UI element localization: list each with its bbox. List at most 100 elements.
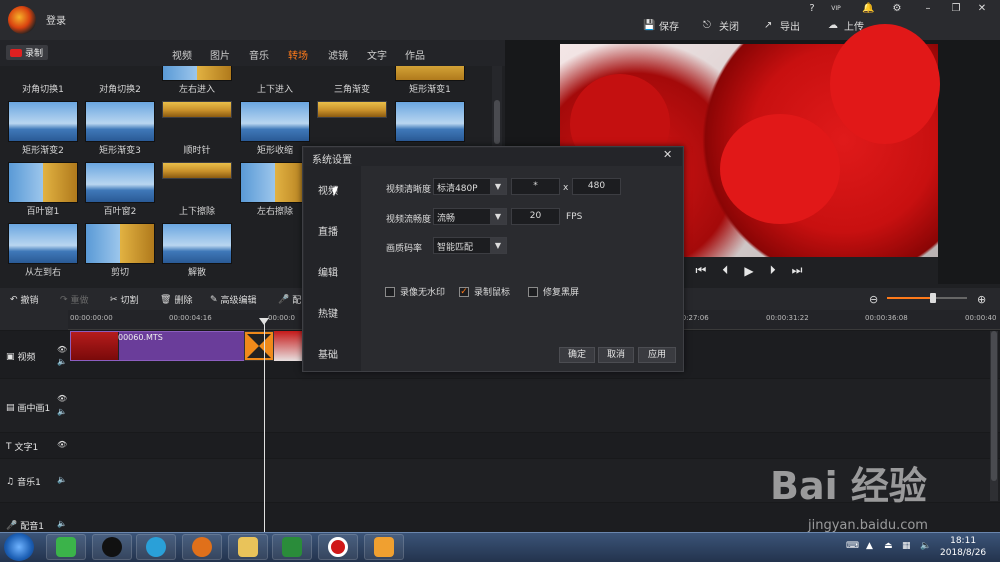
taskbar-app[interactable]	[46, 534, 86, 560]
volume-icon[interactable]: 🔈	[57, 357, 67, 366]
apply-button[interactable]: 应用	[638, 347, 676, 363]
usb-icon[interactable]: ⏏	[884, 541, 893, 551]
tab-video[interactable]: 视频	[172, 47, 192, 62]
dub-button[interactable]: 🎤 配	[278, 293, 301, 307]
transition-thumbnail[interactable]	[162, 101, 232, 118]
video-clip[interactable]	[274, 331, 304, 361]
playhead[interactable]	[264, 322, 265, 534]
advanced-edit-button[interactable]: ✎ 高级编辑	[210, 293, 257, 307]
cut-button[interactable]: ✂ 切割	[110, 293, 139, 307]
checkbox-box	[528, 286, 538, 297]
visibility-icon[interactable]: 👁	[57, 345, 67, 354]
dialog-close-icon[interactable]: ✕	[663, 148, 672, 161]
transition-thumbnail[interactable]	[85, 223, 155, 264]
zoom-out-icon[interactable]: ⊖	[869, 293, 878, 306]
timeline-scrollbar[interactable]	[990, 331, 998, 501]
tab-text[interactable]: 文字	[367, 47, 387, 62]
fluency-select[interactable]: 流畅 ▼	[433, 208, 507, 225]
visibility-icon[interactable]: 👁	[57, 440, 67, 449]
play-icon[interactable]: ▶	[744, 264, 753, 278]
transition-thumbnail[interactable]	[240, 101, 310, 142]
taskbar-app[interactable]	[228, 534, 268, 560]
start-button-icon[interactable]	[4, 533, 34, 561]
gear-icon[interactable]: ⚙	[891, 3, 903, 15]
transition-marker[interactable]	[244, 331, 274, 361]
bitrate-select[interactable]: 智能匹配 ▼	[433, 237, 507, 254]
restore-icon[interactable]: ❐	[950, 3, 962, 15]
taskbar-app[interactable]	[136, 534, 176, 560]
bell-icon[interactable]: 🔔	[862, 3, 874, 15]
volume-icon[interactable]: 🔈	[57, 475, 67, 484]
undo-icon: ↶	[10, 294, 18, 305]
width-input[interactable]: *	[511, 178, 560, 195]
transition-thumbnail[interactable]	[85, 162, 155, 203]
transition-thumbnail[interactable]	[240, 162, 310, 203]
fix-black-screen-checkbox[interactable]: 修复黑屏	[528, 285, 579, 298]
record-mouse-checkbox[interactable]: ✓ 录制鼠标	[459, 285, 510, 298]
taskbar-app[interactable]	[182, 534, 222, 560]
keyboard-icon[interactable]: ⌨	[846, 541, 859, 551]
tab-image[interactable]: 图片	[210, 47, 230, 62]
step-back-icon[interactable]: ⏴	[722, 263, 728, 278]
visibility-icon[interactable]: 👁	[57, 394, 67, 403]
resolution-select[interactable]: 标清480P ▼	[433, 178, 507, 195]
fps-input[interactable]: 20	[511, 208, 560, 225]
delete-button[interactable]: 🗑 删除	[160, 293, 192, 307]
transition-thumbnail[interactable]	[85, 101, 155, 142]
playhead-handle[interactable]	[259, 318, 269, 325]
transition-thumbnail[interactable]	[8, 162, 78, 203]
zoom-in-icon[interactable]: ⊕	[977, 293, 986, 306]
login-link[interactable]: 登录	[46, 12, 66, 27]
tray-expand-icon[interactable]: ▲	[866, 541, 873, 551]
tab-transition[interactable]: 转场	[288, 47, 308, 62]
step-forward-icon[interactable]: ⏵	[770, 263, 776, 278]
taskbar-app[interactable]	[272, 534, 312, 560]
tab-filter[interactable]: 滤镜	[328, 47, 348, 62]
volume-icon[interactable]: 🔈	[57, 407, 67, 416]
transition-thumbnail[interactable]	[395, 66, 465, 81]
confirm-button[interactable]: 确定	[559, 347, 595, 363]
transition-label: 对角切换2	[99, 85, 141, 95]
pip-track[interactable]	[0, 378, 1000, 432]
redo-button[interactable]: ↷ 重做	[60, 293, 89, 307]
taskbar-app[interactable]	[318, 534, 358, 560]
dialog-side-edit[interactable]: 编辑	[318, 264, 338, 279]
undo-button[interactable]: ↶ 撤销	[10, 293, 39, 307]
transition-label: 从左到右	[24, 268, 61, 278]
transition-thumbnail[interactable]	[162, 223, 232, 264]
no-watermark-checkbox[interactable]: 录像无水印	[385, 285, 445, 298]
volume-icon[interactable]: 🔈	[57, 519, 67, 528]
volume-icon[interactable]: 🔈	[920, 541, 931, 551]
save-icon: 💾	[643, 20, 656, 31]
close-project-button[interactable]: ⎋ 关闭	[703, 18, 739, 33]
zoom-slider-handle[interactable]	[930, 293, 936, 303]
taskbar-app[interactable]	[92, 534, 132, 560]
help-icon[interactable]: ?	[806, 3, 818, 15]
taskbar-app[interactable]	[364, 534, 404, 560]
save-button[interactable]: 💾 保存	[643, 18, 679, 33]
skip-end-icon[interactable]: ⏭	[792, 263, 803, 278]
transition-label: 上下进入	[256, 85, 293, 95]
transition-thumbnail[interactable]	[317, 101, 387, 118]
clock[interactable]: 18:11 2018/8/26	[940, 535, 986, 559]
network-icon[interactable]: ▦	[902, 541, 911, 551]
transition-thumbnail[interactable]	[395, 101, 465, 142]
minimize-icon[interactable]: –	[922, 3, 934, 15]
dialog-side-hotkey[interactable]: 热键	[318, 305, 338, 320]
tab-works[interactable]: 作品	[405, 47, 425, 62]
skip-start-icon[interactable]: ⏮	[696, 263, 707, 278]
transition-thumbnail[interactable]	[162, 162, 232, 179]
dialog-side-basic[interactable]: 基础	[318, 346, 338, 361]
record-button[interactable]: 录制	[6, 45, 48, 60]
height-input[interactable]: 480	[572, 178, 621, 195]
tab-music[interactable]: 音乐	[249, 47, 269, 62]
dialog-title: 系统设置	[304, 148, 682, 166]
dialog-side-live[interactable]: 直播	[318, 223, 338, 238]
close-window-icon[interactable]: ✕	[976, 3, 988, 15]
export-button[interactable]: ↗ 导出	[764, 18, 800, 33]
transition-thumbnail[interactable]	[162, 66, 232, 81]
cancel-button[interactable]: 取消	[598, 347, 634, 363]
vip-icon[interactable]: VIP	[830, 3, 842, 15]
transition-thumbnail[interactable]	[8, 223, 78, 264]
transition-thumbnail[interactable]	[8, 101, 78, 142]
